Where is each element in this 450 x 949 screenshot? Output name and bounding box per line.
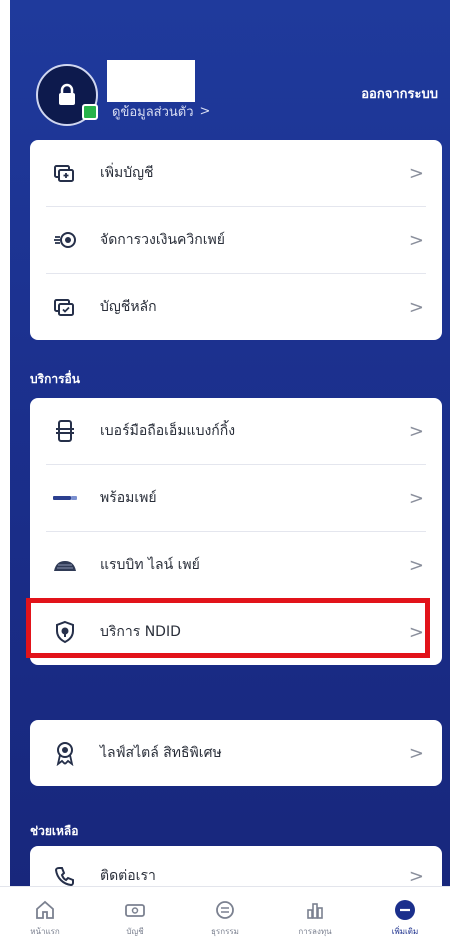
nav-more[interactable]: เพิ่มเติม [360, 887, 450, 949]
nav-label: บัญชี [126, 926, 144, 936]
account-card: เพิ่มบัญชี > จัดการวงเงินควิกเพย์ > บัญช… [30, 140, 442, 340]
nav-account[interactable]: บัญชี [90, 887, 180, 949]
chevron-right-icon: > [408, 742, 424, 764]
menu-item-label: เพิ่มบัญชี [100, 165, 154, 181]
section-title-help: ช่วยเหลือ [30, 824, 79, 838]
lock-icon [59, 83, 75, 105]
chevron-right-icon: > [408, 865, 424, 887]
menu-item-add-account[interactable]: เพิ่มบัญชี > [46, 140, 426, 206]
menu-item-label: พร้อมเพย์ [100, 490, 157, 506]
chevron-right-icon: > [408, 487, 424, 509]
lifestyle-card: ไลฟ์สไตล์ สิทธิพิเศษ > [30, 720, 442, 786]
chevron-right-icon: > [408, 420, 424, 442]
menu-item-label: บัญชีหลัก [100, 299, 157, 315]
nav-label: การลงทุน [298, 926, 332, 936]
menu-item-label: ไลฟ์สไตล์ สิทธิพิเศษ [100, 745, 222, 761]
profile-link-label: ดูข้อมูลส่วนตัว [112, 105, 194, 120]
chevron-right-icon: > [408, 554, 424, 576]
menu-item-promptpay[interactable]: พร้อมเพย์ > [46, 464, 426, 531]
mobile-banking-icon [52, 418, 78, 444]
chevron-right-icon: > [408, 229, 424, 251]
chevron-right-icon: > [408, 162, 424, 184]
menu-item-main-account[interactable]: บัญชีหลัก > [46, 273, 426, 340]
chevron-right-icon: > [199, 104, 211, 119]
menu-item-rabbit-line-pay[interactable]: แรบบิท ไลน์ เพย์ > [46, 531, 426, 598]
nav-transaction[interactable]: ธุรกรรม [180, 887, 270, 949]
left-edge-strip [0, 0, 10, 948]
promptpay-icon [52, 485, 78, 511]
menu-item-quickpay-limit[interactable]: จัดการวงเงินควิกเพย์ > [46, 206, 426, 273]
home-icon [34, 899, 56, 921]
section-title-other-services: บริการอื่น [30, 372, 80, 386]
menu-item-label: เบอร์มือถือเอ็มแบงก์กิ้ง [100, 423, 236, 439]
quickpay-limit-icon [52, 227, 78, 253]
nav-investment[interactable]: การลงทุน [270, 887, 360, 949]
nav-label: ธุรกรรม [211, 926, 239, 936]
nav-label: เพิ่มเติม [391, 926, 419, 936]
investment-icon [304, 899, 326, 921]
add-account-icon [52, 160, 78, 186]
nav-home[interactable]: หน้าแรก [0, 887, 90, 949]
bottom-nav: หน้าแรก บัญชี ธุรกรรม การลงทุน เพิ่มเติม [0, 886, 450, 949]
menu-item-label: จัดการวงเงินควิกเพย์ [100, 232, 225, 248]
chevron-right-icon: > [408, 296, 424, 318]
rabbit-line-pay-icon [52, 552, 78, 578]
menu-item-label: ติดต่อเรา [100, 868, 156, 884]
more-icon [394, 899, 416, 921]
logout-button[interactable]: ออกจากระบบ [361, 83, 438, 104]
account-icon [124, 899, 146, 921]
transaction-icon [214, 899, 236, 921]
highlight-box [26, 598, 430, 658]
nav-label: หน้าแรก [30, 926, 60, 936]
menu-item-mobile-banking[interactable]: เบอร์มือถือเอ็มแบงก์กิ้ง > [46, 398, 426, 464]
menu-item-lifestyle-privilege[interactable]: ไลฟ์สไตล์ สิทธิพิเศษ > [46, 720, 426, 786]
status-dot [82, 104, 98, 120]
redacted-name [107, 60, 195, 102]
profile-link[interactable]: ดูข้อมูลส่วนตัว > [112, 101, 210, 122]
menu-item-label: แรบบิท ไลน์ เพย์ [100, 557, 200, 573]
main-account-icon [52, 294, 78, 320]
privilege-award-icon [52, 740, 78, 766]
